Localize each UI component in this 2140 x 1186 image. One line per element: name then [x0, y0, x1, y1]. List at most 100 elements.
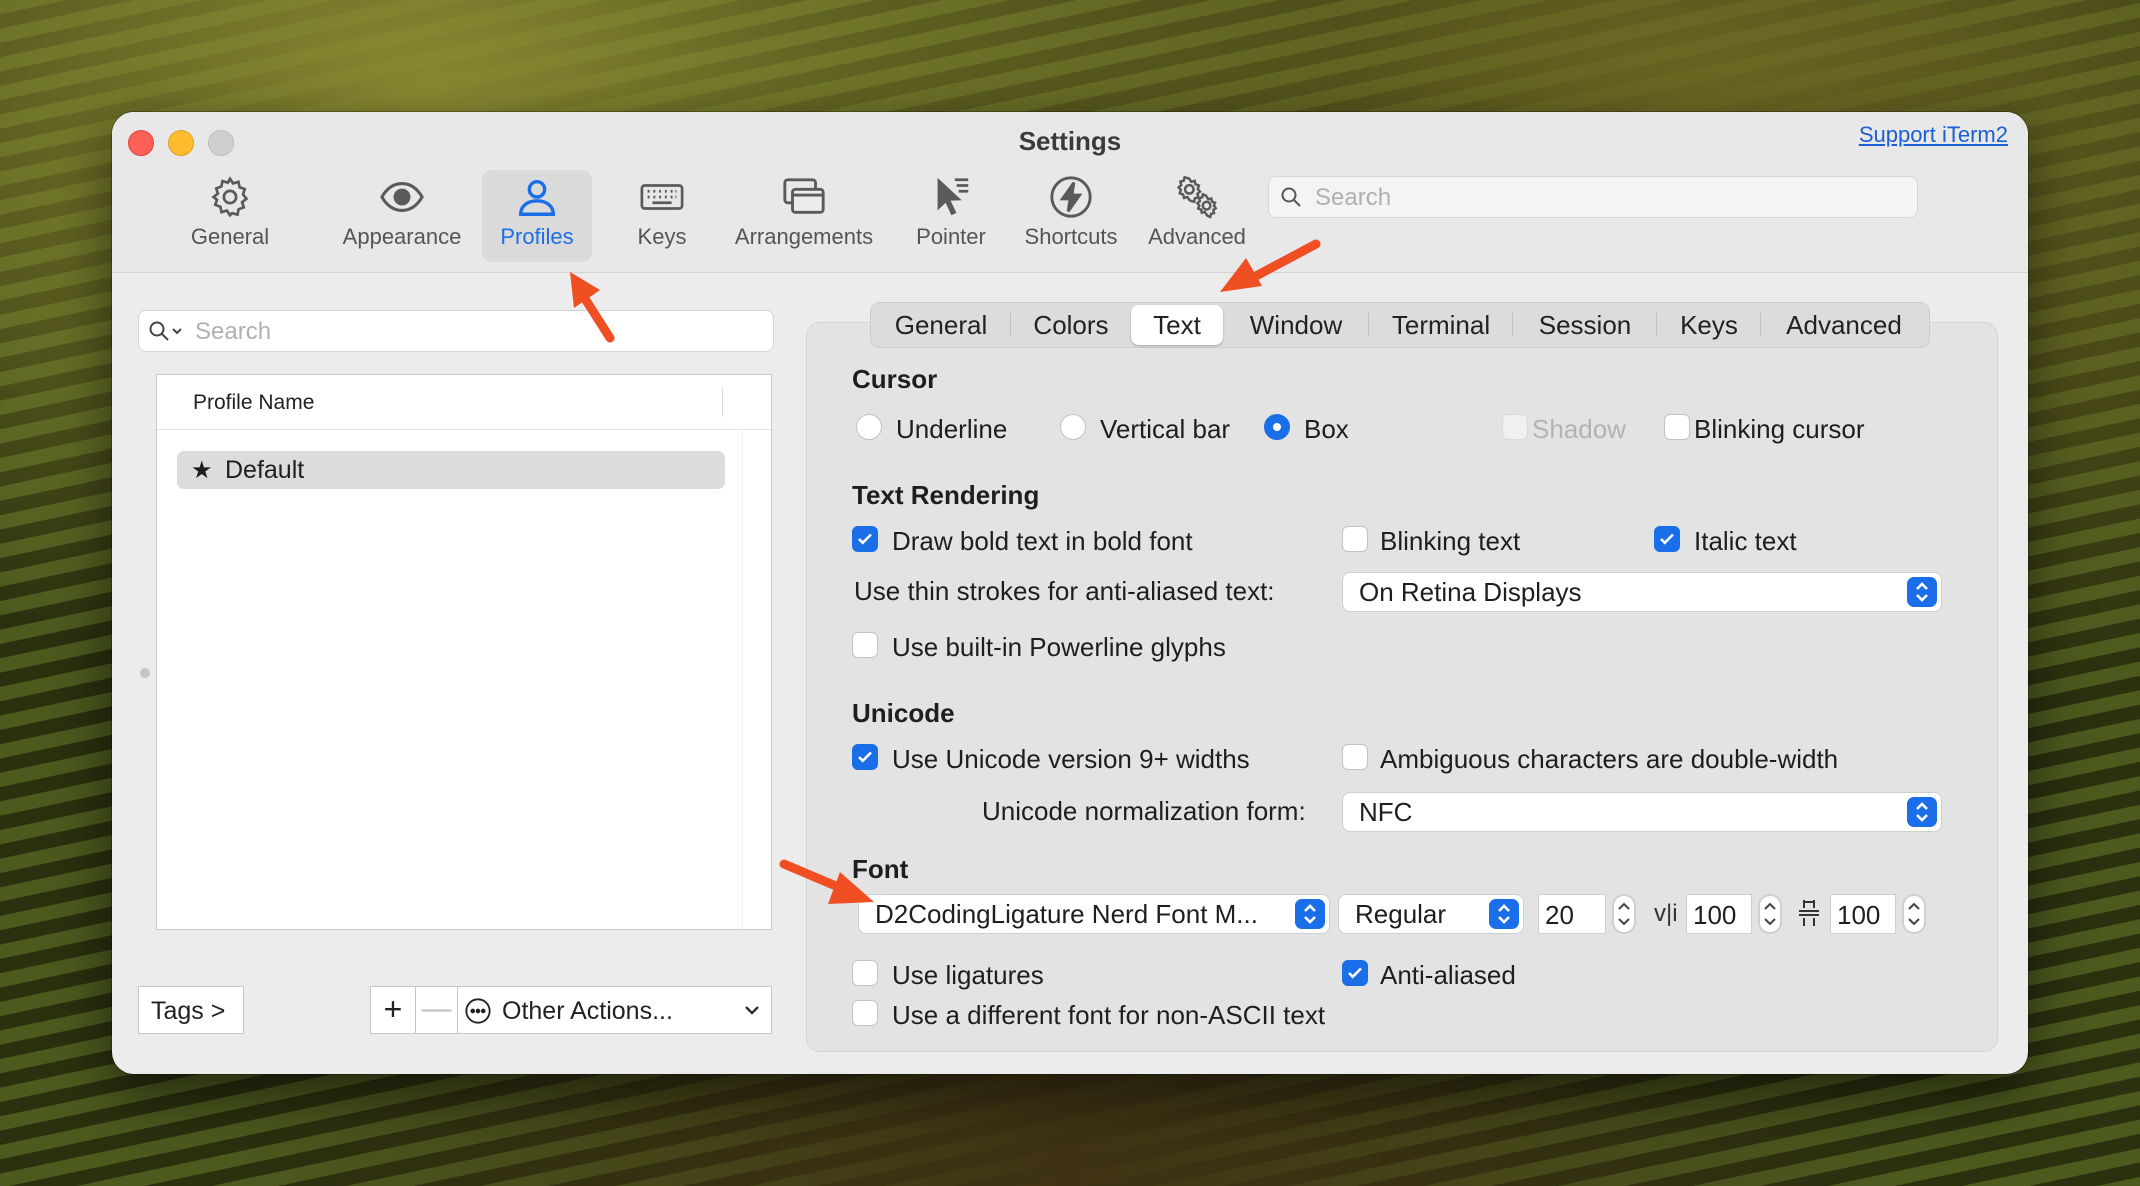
- toolbar-arrangements[interactable]: Arrangements: [714, 170, 894, 262]
- person-icon: [518, 179, 556, 216]
- ellipsis-circle-icon: [465, 998, 491, 1024]
- radio-underline[interactable]: [856, 414, 882, 440]
- cursor-section-title: Cursor: [852, 364, 938, 394]
- toolbar-shortcuts[interactable]: Shortcuts: [1008, 170, 1134, 262]
- ambiguous-width-checkbox[interactable]: [1342, 744, 1368, 770]
- other-actions-label: Other Actions...: [502, 997, 673, 1025]
- anti-aliased-checkbox[interactable]: [1342, 960, 1368, 986]
- chevron-down-icon: [745, 1006, 759, 1015]
- horizontal-spacing-icon: v|i: [1654, 900, 1678, 927]
- checkbox-label: Anti-aliased: [1380, 960, 1516, 990]
- toolbar-profiles[interactable]: Profiles: [482, 170, 592, 262]
- radio-vertical-bar[interactable]: [1060, 414, 1086, 440]
- profile-tabs: General Colors Text Window Terminal Sess…: [870, 302, 1930, 348]
- toolbar-keys[interactable]: Keys: [612, 170, 712, 262]
- column-divider: [722, 387, 723, 417]
- popup-value: On Retina Displays: [1359, 577, 1582, 607]
- toolbar-general[interactable]: General: [180, 170, 280, 262]
- list-item[interactable]: ★ Default: [177, 451, 725, 489]
- unicode-section-title: Unicode: [852, 698, 955, 728]
- profile-search-input[interactable]: [193, 311, 757, 353]
- checkbox-label: Blinking text: [1380, 526, 1521, 556]
- tab-window[interactable]: Window: [1223, 303, 1369, 347]
- toolbar-label: Shortcuts: [1024, 224, 1118, 249]
- popup-value: NFC: [1359, 797, 1413, 827]
- thin-strokes-popup[interactable]: On Retina Displays: [1342, 572, 1942, 612]
- font-size-field[interactable]: 20: [1538, 894, 1606, 934]
- checkbox-label: Use built-in Powerline glyphs: [892, 632, 1226, 662]
- checkbox-label: Blinking cursor: [1694, 414, 1865, 444]
- vertical-spacing-stepper[interactable]: [1902, 894, 1926, 934]
- search-icon: [1281, 187, 1301, 207]
- checkmark-icon: [1348, 967, 1362, 979]
- font-family-popup[interactable]: D2CodingLigature Nerd Font M...: [858, 894, 1330, 934]
- font-size-stepper[interactable]: [1612, 894, 1636, 934]
- windows-icon: [783, 178, 825, 214]
- checkbox-label: Use Unicode version 9+ widths: [892, 744, 1250, 774]
- checkmark-icon: [1660, 533, 1674, 545]
- popup-value: D2CodingLigature Nerd Font M...: [875, 899, 1258, 929]
- keyboard-icon: [640, 184, 684, 210]
- unicode-widths-checkbox[interactable]: [852, 744, 878, 770]
- shadow-checkbox[interactable]: [1502, 414, 1528, 440]
- non-ascii-font-checkbox[interactable]: [852, 1000, 878, 1026]
- updown-chevron-icon: [1295, 899, 1325, 929]
- annotation-arrow-font: [779, 859, 874, 904]
- bold-font-checkbox[interactable]: [852, 526, 878, 552]
- checkbox-label: Shadow: [1532, 414, 1626, 444]
- support-link[interactable]: Support iTerm2: [1859, 122, 2008, 148]
- tab-colors[interactable]: Colors: [1011, 303, 1131, 347]
- radio-label: Vertical bar: [1100, 414, 1231, 444]
- radio-label: Box: [1304, 414, 1349, 444]
- gear-icon: [211, 176, 249, 218]
- horizontal-spacing-stepper[interactable]: [1758, 894, 1782, 934]
- powerline-checkbox[interactable]: [852, 632, 878, 658]
- toolbar-appearance[interactable]: Appearance: [340, 170, 464, 262]
- checkmark-icon: [858, 751, 872, 763]
- other-actions-button[interactable]: Other Actions...: [458, 986, 772, 1034]
- eye-icon: [380, 182, 424, 212]
- pointer-icon: [937, 177, 969, 216]
- toolbar: Settings Support iTerm2 General Appearan…: [112, 112, 2028, 273]
- blinking-text-checkbox[interactable]: [1342, 526, 1368, 552]
- profile-list-header[interactable]: Profile Name: [157, 375, 771, 430]
- toolbar-label: Appearance: [342, 224, 462, 249]
- toolbar-pointer[interactable]: Pointer: [896, 170, 1006, 262]
- blinking-cursor-checkbox[interactable]: [1664, 414, 1690, 440]
- tab-text[interactable]: Text: [1131, 305, 1223, 345]
- horizontal-spacing-field[interactable]: 100: [1686, 894, 1752, 934]
- checkbox-label: Italic text: [1694, 526, 1797, 556]
- italic-text-checkbox[interactable]: [1654, 526, 1680, 552]
- add-profile-button[interactable]: +: [370, 986, 416, 1034]
- tab-session[interactable]: Session: [1513, 303, 1657, 347]
- bolt-icon: [1050, 176, 1092, 218]
- vertical-spacing-icon: [1796, 898, 1822, 935]
- font-style-popup[interactable]: Regular: [1338, 894, 1524, 934]
- annotation-arrow-profiles: [570, 272, 615, 343]
- remove-profile-button[interactable]: —: [416, 986, 458, 1034]
- updown-chevron-icon: [1907, 797, 1937, 827]
- toolbar-search[interactable]: [1268, 176, 1918, 219]
- split-handle[interactable]: [140, 668, 150, 678]
- normalization-label: Unicode normalization form:: [982, 796, 1306, 826]
- radio-box[interactable]: [1264, 414, 1290, 440]
- toolbar-label: Profiles: [500, 224, 574, 249]
- profile-search[interactable]: [138, 310, 774, 353]
- normalization-popup[interactable]: NFC: [1342, 792, 1942, 832]
- checkmark-icon: [858, 533, 872, 545]
- tab-advanced[interactable]: Advanced: [1761, 303, 1927, 347]
- ligatures-checkbox[interactable]: [852, 960, 878, 986]
- profile-list: Profile Name ★ Default: [156, 374, 772, 930]
- tab-terminal[interactable]: Terminal: [1369, 303, 1513, 347]
- toolbar-label: Arrangements: [734, 224, 874, 249]
- tab-general[interactable]: General: [871, 303, 1011, 347]
- search-icon: [149, 321, 182, 341]
- search-input[interactable]: [1313, 177, 1907, 219]
- toolbar-label: Pointer: [916, 224, 986, 249]
- checkbox-label: Ambiguous characters are double-width: [1380, 744, 1839, 774]
- scrollbar[interactable]: [742, 429, 771, 929]
- checkbox-label: Use ligatures: [892, 960, 1044, 990]
- tags-button[interactable]: Tags >: [138, 986, 244, 1034]
- tab-keys[interactable]: Keys: [1657, 303, 1761, 347]
- vertical-spacing-field[interactable]: 100: [1830, 894, 1896, 934]
